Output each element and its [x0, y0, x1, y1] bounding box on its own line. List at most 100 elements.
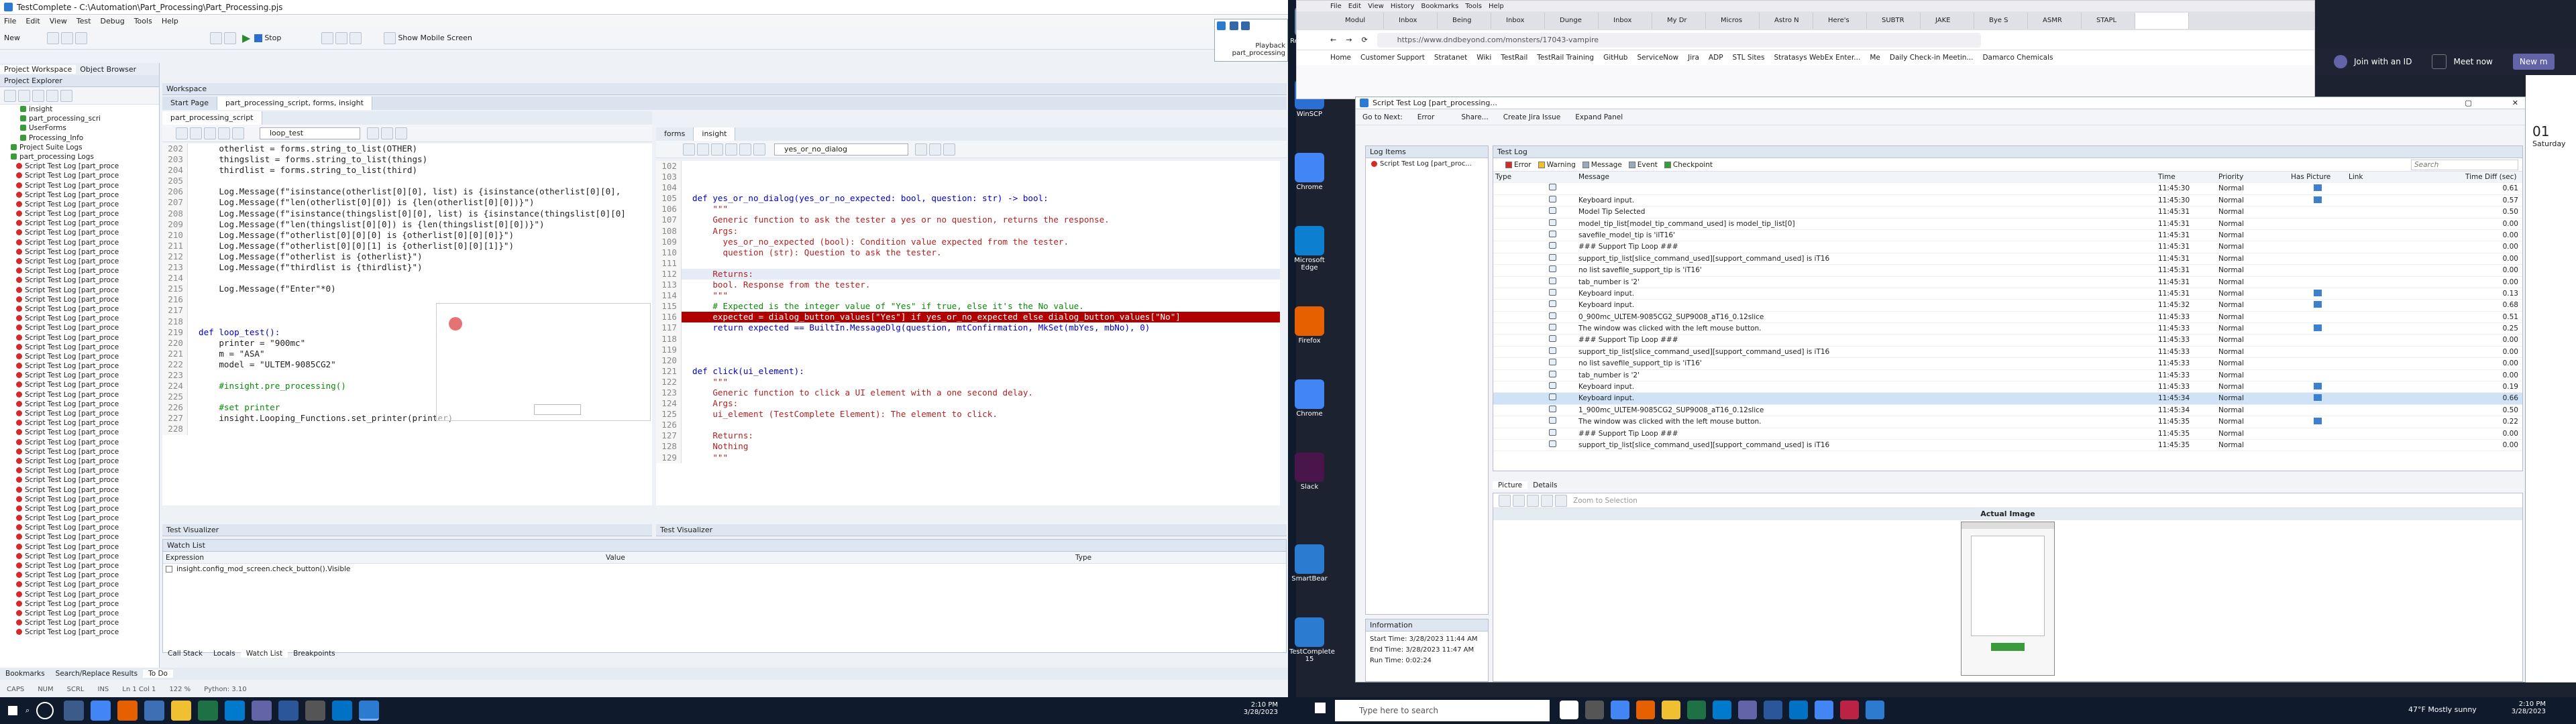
tree-item[interactable]: Script Test Log [part_proce — [7, 418, 159, 428]
tree-item[interactable]: UserForms — [7, 123, 159, 133]
editor-btn-2[interactable] — [190, 127, 202, 139]
browser-menu-item[interactable]: Tools — [1465, 3, 1482, 10]
tree-item[interactable]: Script Test Log [part_proce — [7, 181, 159, 190]
properties-button[interactable] — [46, 89, 58, 102]
editor-btn-3[interactable] — [204, 127, 216, 139]
editor-btn-7[interactable] — [381, 127, 393, 139]
browser-tab[interactable]: My Dr — [1652, 13, 1706, 29]
tree-item[interactable]: Script Test Log [part_proce — [7, 409, 159, 418]
browser-menu-item[interactable]: View — [1368, 3, 1384, 10]
tree-item[interactable]: part_processing_scri — [7, 114, 159, 123]
right-taskbar-app-3[interactable] — [1636, 701, 1655, 719]
workspace-tab[interactable]: Start Page — [162, 97, 217, 110]
tree-item[interactable]: Script Test Log [part_proce — [7, 343, 159, 352]
browser-menu-item[interactable]: Bookmarks — [1421, 3, 1458, 10]
testlog-toolbar-item[interactable]: Go to Next: — [1362, 113, 1403, 121]
table-row[interactable]: 0_900mc_ULTEM-9085CG2_SUP9008_aT16_0.12s… — [1493, 312, 2522, 324]
right-taskbar-app-1[interactable] — [1585, 701, 1604, 719]
reload-icon[interactable]: ⟳ — [1361, 36, 1367, 44]
grid-col-1[interactable]: Message — [1576, 172, 2156, 182]
filter-checkbox[interactable] — [1628, 161, 1635, 168]
browser-tab[interactable]: Being — [1438, 13, 1491, 29]
grid-col-3[interactable]: Priority — [2216, 172, 2289, 182]
ide-menu-test[interactable]: Test — [76, 17, 91, 25]
table-row[interactable]: tab_number is '2' 11:45:33 Normal 0.00 — [1493, 370, 2522, 382]
testlog-toolbar-item[interactable]: Error — [1417, 113, 1435, 121]
right-clock[interactable]: 2:10 PM 3/28/2023 — [2496, 701, 2546, 715]
filter-checkbox[interactable] — [1505, 161, 1512, 168]
stop-playback-icon[interactable] — [1241, 21, 1250, 30]
picture-icon[interactable] — [2314, 289, 2322, 296]
table-row[interactable]: model_tip_list[model_tip_command_used] i… — [1493, 219, 2522, 230]
browser-tab[interactable]: Bye S — [1974, 13, 2028, 29]
tree-item[interactable]: Script Test Log [part_proce — [7, 314, 159, 323]
tree-item[interactable]: Script Test Log [part_proce — [7, 200, 159, 209]
reditor-btn-6[interactable] — [753, 143, 765, 156]
forward-icon[interactable]: → — [1346, 36, 1352, 44]
right-taskbar-app-0[interactable] — [1560, 701, 1578, 719]
table-row[interactable]: ### Support Tip Loop ### 11:45:31 Normal 0.… — [1493, 241, 2522, 253]
project-workspace-tab[interactable]: Project Workspace — [0, 64, 76, 74]
right-taskbar-app-6[interactable] — [1713, 701, 1731, 719]
tree-item[interactable]: Script Test Log [part_proce — [7, 428, 159, 437]
stop-icon[interactable] — [254, 34, 263, 42]
show-mobile-screen-button[interactable]: Show Mobile Screen — [398, 34, 472, 42]
object-browser-tab[interactable]: Object Browser — [76, 65, 140, 74]
teams-taskbar-icon[interactable] — [252, 701, 272, 721]
reditor-btn-9[interactable] — [943, 143, 955, 156]
task-view-icon[interactable] — [64, 701, 85, 721]
grid-col-2[interactable]: Time — [2156, 172, 2216, 182]
tree-item[interactable]: Script Test Log [part_proce — [7, 371, 159, 380]
right-taskbar-app-5[interactable] — [1687, 701, 1706, 719]
browser-menu-item[interactable]: File — [1330, 3, 1342, 10]
editor-btn-8[interactable] — [395, 127, 407, 139]
tree-item[interactable]: Script Test Log [part_proce — [7, 475, 159, 485]
weather-widget[interactable]: 47°F Mostly sunny — [2408, 705, 2477, 714]
bookmark-item[interactable]: Damarco Chemicals — [1982, 54, 2053, 62]
join-with-id-button[interactable]: Join with an ID — [2354, 57, 2412, 66]
browser-tab[interactable]: Inbox — [1384, 13, 1438, 29]
tree-item[interactable]: Script Test Log [part_proce — [7, 162, 159, 171]
browser-tab[interactable]: Dunge — [1545, 13, 1599, 29]
app-taskbar-icon-1[interactable] — [144, 701, 165, 721]
desktop-icon[interactable]: Firefox — [1289, 306, 1330, 345]
pic-btn-4[interactable] — [1541, 494, 1553, 507]
bookmark-item[interactable]: Jira — [1688, 54, 1699, 62]
tree-item[interactable]: Script Test Log [part_proce — [7, 570, 159, 580]
actual-image-thumbnail[interactable] — [1961, 522, 2055, 676]
tree-item[interactable]: Script Test Log [part_proce — [7, 238, 159, 247]
mobile-icon[interactable] — [384, 32, 396, 44]
table-row[interactable]: 11:45:30 Normal 0.61 — [1493, 183, 2522, 195]
tree-item[interactable]: Script Test Log [part_proce — [7, 504, 159, 514]
tree-item[interactable]: Script Test Log [part_proce — [7, 228, 159, 237]
right-taskbar-app-10[interactable] — [1815, 701, 1833, 719]
ide-menu-view[interactable]: View — [50, 17, 67, 25]
new-button[interactable]: New — [4, 34, 20, 42]
pause-button[interactable] — [321, 32, 334, 44]
workspace-tab[interactable]: part_processing_script, forms, insight — [217, 97, 372, 110]
table-row[interactable]: Keyboard input. 11:45:31 Normal 0.13 — [1493, 288, 2522, 300]
table-row[interactable]: no list savefile_support_tip is 'iT16' 11… — [1493, 265, 2522, 277]
ide-menu-tools[interactable]: Tools — [134, 17, 152, 25]
table-row[interactable]: Keyboard input. 11:45:32 Normal 0.68 — [1493, 300, 2522, 312]
browser-tab[interactable]: JAKE — [1921, 13, 1974, 29]
browser-tab[interactable]: Here's — [1813, 13, 1867, 29]
tree-item[interactable]: part_processing Logs — [7, 152, 159, 162]
tree-item[interactable]: Script Test Log [part_proce — [7, 257, 159, 266]
pic-btn-2[interactable] — [1513, 494, 1525, 507]
bookmark-item[interactable]: GitHub — [1603, 54, 1627, 62]
url-bar[interactable]: https://www.dndbeyond.com/monsters/17043… — [1377, 32, 1981, 48]
tree-item[interactable]: Script Test Log [part_proce — [7, 190, 159, 200]
bottom-tab-0[interactable]: Bookmarks — [0, 670, 50, 678]
taskbar-search-input[interactable]: Type here to search — [1335, 700, 1550, 721]
tab-part-processing-script[interactable]: part_processing_script — [162, 111, 262, 125]
grid-col-4[interactable]: Has Picture — [2289, 172, 2347, 182]
tree-item[interactable]: Script Test Log [part_proce — [7, 457, 159, 466]
pic-btn-3[interactable] — [1527, 494, 1539, 507]
tree-item[interactable]: Script Test Log [part_proce — [7, 266, 159, 276]
tree-item[interactable]: Script Test Log [part_proce — [7, 247, 159, 257]
tree-item[interactable]: Script Test Log [part_proce — [7, 390, 159, 400]
table-row[interactable]: Model Tip Selected 11:45:31 Normal 0.50 — [1493, 206, 2522, 219]
undo-button[interactable] — [210, 32, 222, 44]
run-icon[interactable]: ▶ — [242, 32, 250, 44]
